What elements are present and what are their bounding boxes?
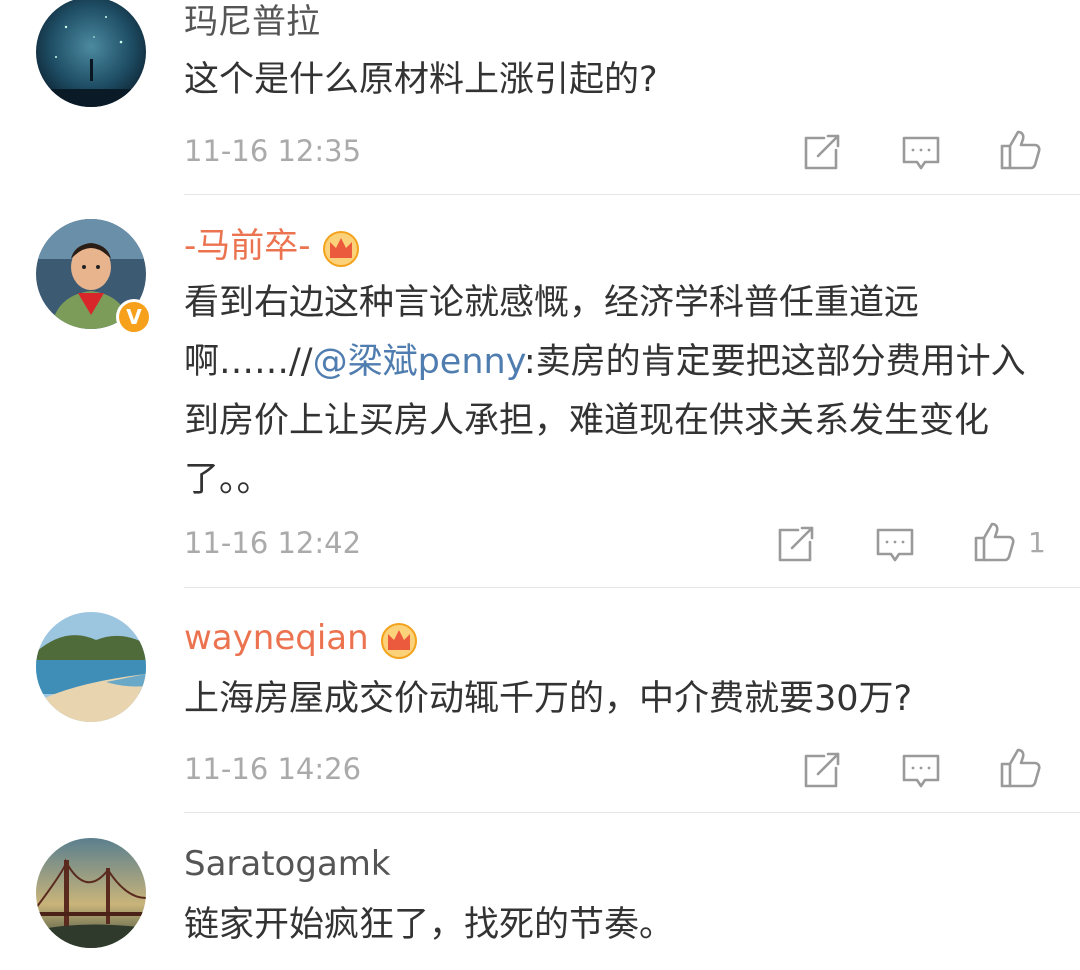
repost-icon[interactable]: [800, 748, 844, 792]
username[interactable]: -马前卒-: [184, 226, 361, 268]
vip-crown-icon: [379, 620, 419, 660]
repost-icon[interactable]: [774, 522, 818, 566]
like-count: 1: [1028, 526, 1046, 559]
username-label: wayneqian: [184, 618, 369, 658]
comment-text: 看到右边这种言论就感慨，经济学科普任重道远啊……//@梁斌penny:卖房的肯定…: [184, 274, 1054, 510]
like-icon[interactable]: [998, 746, 1042, 790]
repost-icon[interactable]: [800, 130, 844, 174]
avatar[interactable]: [36, 0, 146, 107]
divider: [184, 812, 1080, 813]
comment-text: 链家开始疯狂了，找死的节奏。: [184, 905, 675, 945]
username-label: -马前卒-: [184, 226, 311, 266]
like-icon[interactable]: [998, 128, 1042, 172]
username[interactable]: Saratogamk: [184, 844, 391, 884]
username[interactable]: wayneqian: [184, 618, 419, 660]
divider: [184, 587, 1080, 588]
comment-text: 上海房屋成交价动辄千万的，中介费就要30万?: [184, 679, 913, 719]
comment-icon[interactable]: [899, 748, 943, 792]
timestamp: 11-16 12:35: [184, 134, 362, 168]
mention-link[interactable]: @梁斌penny: [313, 342, 524, 382]
vip-crown-icon: [321, 228, 361, 268]
verified-badge: V: [116, 299, 152, 335]
divider: [184, 194, 1080, 195]
username[interactable]: 玛尼普拉: [184, 2, 320, 42]
comment-icon[interactable]: [899, 130, 943, 174]
avatar[interactable]: [36, 838, 146, 948]
comment-text: 这个是什么原材料上涨引起的?: [184, 60, 658, 100]
like-icon[interactable]: [972, 520, 1016, 564]
comment-icon[interactable]: [873, 522, 917, 566]
timestamp: 11-16 14:26: [184, 752, 362, 786]
timestamp: 11-16 12:42: [184, 526, 362, 560]
avatar[interactable]: [36, 612, 146, 722]
